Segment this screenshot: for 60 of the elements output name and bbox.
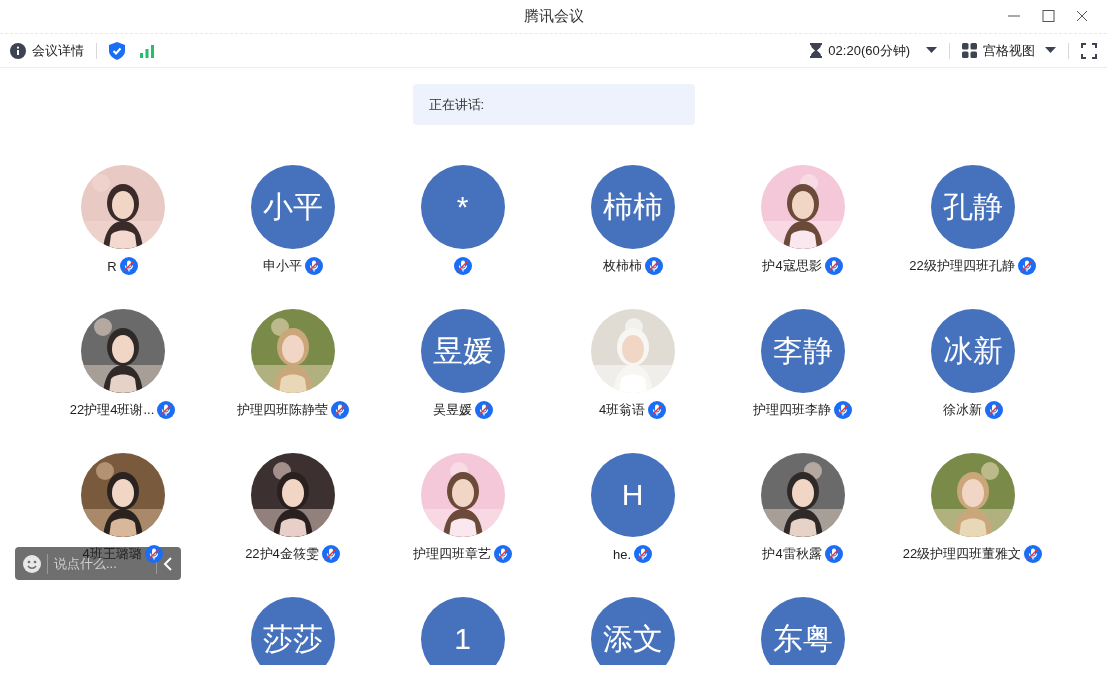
emoji-icon[interactable] — [23, 554, 41, 573]
participant-name: 申小平 — [262, 257, 302, 275]
grid-icon — [962, 43, 977, 58]
participant-name: 护理四班陈静莹 — [236, 401, 328, 419]
timer-dropdown[interactable]: 02:20(60分钟) — [810, 41, 937, 60]
muted-mic-icon — [494, 545, 512, 563]
muted-mic-icon — [321, 545, 340, 563]
muted-mic-icon — [648, 401, 667, 419]
muted-mic-icon — [453, 257, 472, 275]
muted-mic-icon — [644, 257, 663, 275]
muted-mic-icon — [1024, 545, 1043, 563]
info-icon — [10, 42, 26, 59]
avatar: 东粤 — [760, 597, 845, 665]
shield-check-icon[interactable] — [109, 41, 125, 60]
hourglass-icon — [810, 43, 823, 58]
participant-name: he. — [612, 546, 632, 562]
muted-mic-icon — [984, 401, 1003, 419]
participant-name: 护理四班章艺 — [413, 545, 491, 563]
muted-mic-icon — [304, 257, 323, 275]
muted-mic-icon — [119, 257, 138, 275]
avatar: 冰新 — [930, 309, 1015, 393]
avatar: 昱媛 — [420, 309, 505, 393]
avatar: 添文 — [590, 597, 675, 665]
muted-mic-icon — [157, 401, 176, 419]
caret-icon — [1045, 47, 1056, 54]
participant-name: 徐冰新 — [942, 401, 982, 419]
avatar: 莎莎 — [250, 597, 335, 665]
participant-name: 护4雷秋露 — [762, 545, 822, 563]
participant-name: 吴昱媛 — [432, 401, 472, 419]
muted-mic-icon — [824, 545, 843, 563]
signal-icon[interactable] — [139, 42, 155, 59]
avatar: * — [420, 165, 505, 249]
muted-mic-icon — [474, 401, 493, 419]
fullscreen-icon[interactable] — [1081, 42, 1097, 59]
participant-name: 22护理4班谢... — [69, 401, 155, 419]
avatar: H — [590, 453, 675, 537]
avatar: 孔静 — [930, 165, 1015, 249]
participant-name: 护理四班李静 — [753, 401, 831, 419]
speaking-indicator: 正在讲话: — [412, 84, 695, 125]
window-title: 腾讯会议 — [523, 7, 584, 26]
participant-name: R — [107, 258, 117, 274]
avatar: 李静 — [760, 309, 845, 393]
participant-name: 护4寇思影 — [762, 257, 822, 275]
participant-name: 枚柿柿 — [602, 257, 642, 275]
view-dropdown[interactable]: 宫格视图 — [962, 41, 1056, 60]
participant-name: 22级护理四班董雅文 — [902, 545, 1022, 563]
avatar: 小平 — [250, 165, 335, 249]
muted-mic-icon — [834, 401, 852, 419]
avatar: 柿柿 — [590, 165, 675, 249]
avatar: 1 — [420, 597, 505, 665]
participant-name: 22护4金筱雯 — [245, 545, 319, 563]
participant-name: 4班翁语 — [598, 401, 646, 419]
muted-mic-icon — [1017, 257, 1036, 275]
meeting-details-button[interactable]: 会议详情 — [10, 41, 84, 60]
caret-icon — [926, 47, 937, 54]
muted-mic-icon — [824, 257, 843, 275]
muted-mic-icon — [330, 401, 349, 419]
muted-mic-icon — [634, 545, 653, 563]
participant-name: 22级护理四班孔静 — [909, 257, 1015, 275]
chevron-left-icon[interactable] — [163, 556, 173, 571]
